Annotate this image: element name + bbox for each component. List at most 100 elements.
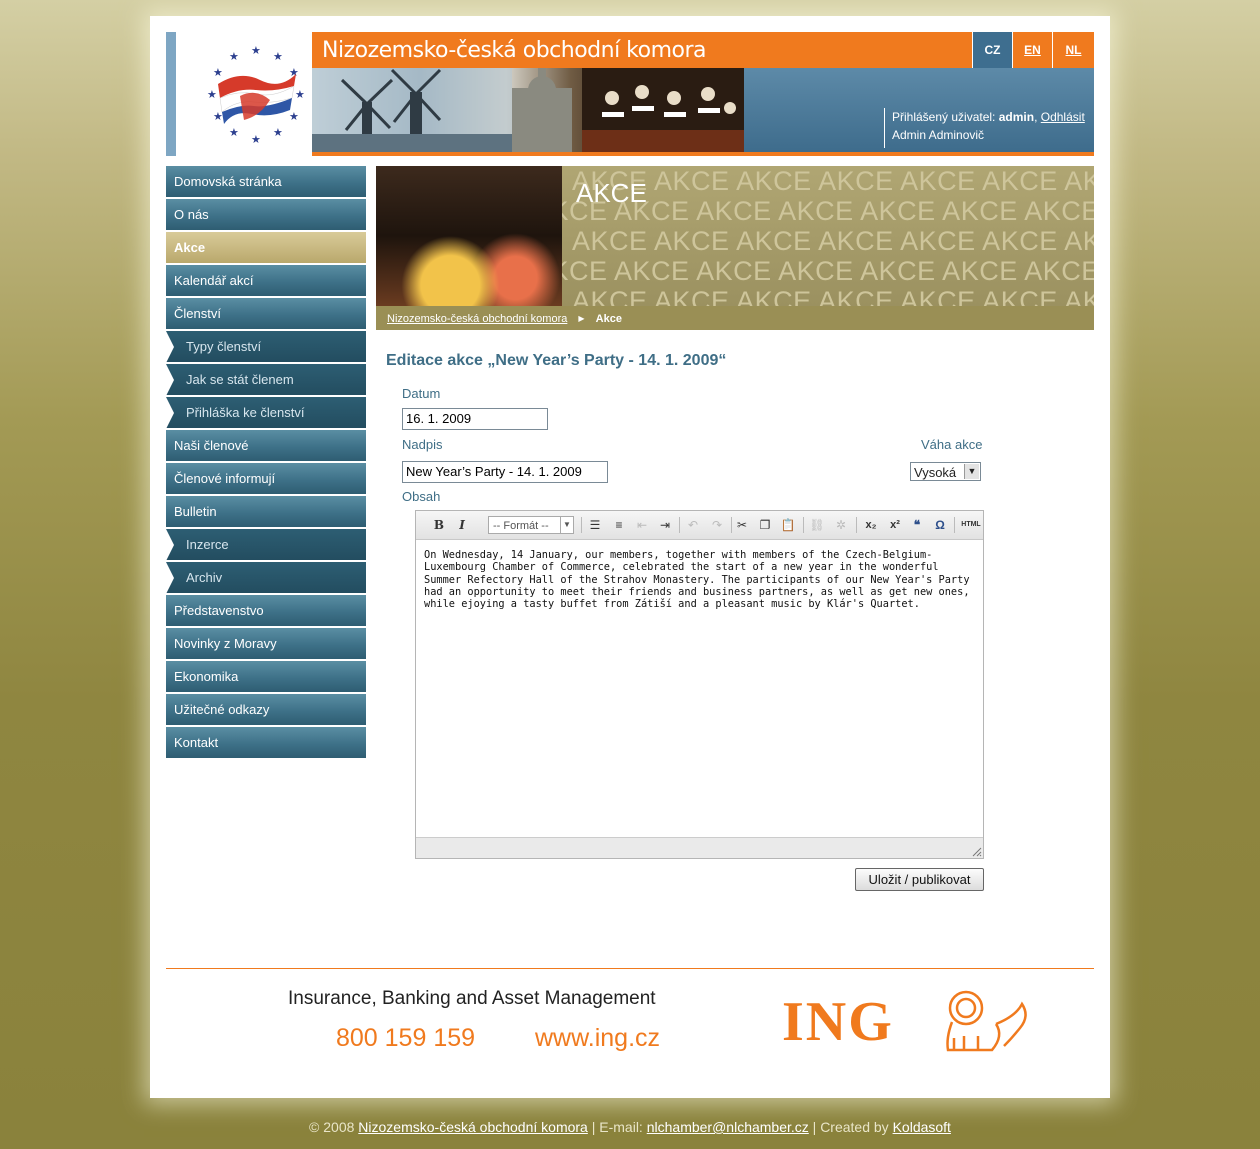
footer-email-link[interactable]: nlchamber@nlchamber.cz [647,1119,809,1135]
editor-statusbar [416,837,983,858]
svg-text:★: ★ [229,127,239,139]
footer-email-label: | E-mail: [591,1119,643,1135]
logout-link[interactable]: Odhlásit [1041,110,1085,124]
form-title: Editace akce „New Year’s Party - 14. 1. … [386,352,727,369]
section-banner: AKCE AKCE AKCE AKCE AKCE AKCE AK CE AKCE … [376,166,1094,306]
editor-content[interactable]: On Wednesday, 14 January, our members, t… [424,549,976,610]
vaha-akce-label: Váha akce [921,437,983,452]
format-placeholder: -- Formát -- [493,520,549,532]
page-container: ★ ★ ★ ★ ★ ★ ★ ★ ★ ★ ★ ★ Nizozemsko-česká obcho… [150,16,1110,1098]
copy-icon[interactable]: ❐ [756,516,774,534]
bold-icon[interactable]: B [430,516,448,534]
rich-text-editor: B I -- Formát -- ▼ ☰ ≡ ⇤ ⇥ ↶ ↷ ✂ ❐ 📋 ⛓ ✲… [415,510,984,859]
sidebar-item-clenove-informuji[interactable]: Členové informují [166,463,366,496]
svg-text:★: ★ [289,111,299,123]
svg-text:★: ★ [229,51,239,63]
redo-icon[interactable]: ↷ [708,516,726,534]
site-title-bar: Nizozemsko-česká obchodní komora [312,32,972,68]
sidebar-item-archiv[interactable]: Archiv [166,562,366,595]
banner-collage-image [312,68,744,152]
user-name: admin [998,110,1035,124]
obsah-label: Obsah [402,489,441,504]
sidebar-item-prihlaska[interactable]: Přihláška ke členství [166,397,366,430]
party-photo [376,166,562,306]
nadpis-label: Nadpis [402,437,443,452]
cut-icon[interactable]: ✂ [733,516,751,534]
paste-icon[interactable]: 📋 [779,516,797,534]
header-divider [312,152,1094,156]
sidebar-item-domovska-stranka[interactable]: Domovská stránka [166,166,366,199]
datum-label: Datum [402,386,441,401]
datum-input[interactable] [402,408,548,430]
undo-icon[interactable]: ↶ [684,516,702,534]
svg-text:★: ★ [273,127,283,139]
unlink-icon[interactable]: ✲ [832,516,850,534]
footer-creator-link[interactable]: Koldasoft [893,1119,951,1135]
sidebar-item-inzerce[interactable]: Inzerce [166,529,366,562]
ad-website[interactable]: www.ing.cz [535,1024,660,1053]
toolbar-divider [679,517,680,533]
footer-created-label: | Created by [812,1119,889,1135]
sidebar-item-bulletin[interactable]: Bulletin [166,496,366,529]
chamber-logo[interactable]: ★ ★ ★ ★ ★ ★ ★ ★ ★ ★ ★ ★ [166,32,312,156]
ad-tagline: Insurance, Banking and Asset Management [288,988,656,1009]
special-char-icon[interactable]: Ω [931,516,949,534]
sidebar-item-uzitecne-odkazy[interactable]: Užitečné odkazy [166,694,366,727]
section-title: AKCE [576,178,647,208]
chevron-down-icon: ▼ [560,517,573,533]
chevron-down-icon[interactable]: ▼ [964,464,979,479]
sidebar-item-o-nas[interactable]: O nás [166,199,366,232]
svg-text:★: ★ [251,45,261,57]
bullet-list-icon[interactable]: ☰ [586,516,604,534]
breadcrumb-arrow-icon: ▶ [578,314,585,324]
outdent-icon[interactable]: ⇤ [633,516,651,534]
html-source-icon[interactable]: HTML [960,516,982,534]
indent-icon[interactable]: ⇥ [656,516,674,534]
footer-copyright: © 2008 [309,1119,355,1135]
lang-nl[interactable]: NL [1052,32,1094,68]
vaha-akce-select[interactable]: Vysoká ▼ [910,462,981,481]
lang-en[interactable]: EN [1012,32,1052,68]
sidebar-nav: Domovská stránka O nás Akce Kalendář akc… [166,166,366,760]
sidebar-item-kontakt[interactable]: Kontakt [166,727,366,760]
breadcrumb: Nizozemsko-česká obchodní komora ▶ Akce [376,306,1094,330]
footer-org-link[interactable]: Nizozemsko-česká obchodní komora [358,1119,588,1135]
svg-text:★: ★ [251,134,261,146]
svg-text:★: ★ [207,89,217,101]
sidebar-item-novinky-z-moravy[interactable]: Novinky z Moravy [166,628,366,661]
superscript-icon[interactable]: x² [886,516,904,534]
akce-pattern-row: AKCE AKCE AKCE AKCE AKCE AKCE AKCE AKCE … [572,226,1094,256]
toolbar-divider [803,517,804,533]
blockquote-icon[interactable]: ❝ [908,516,926,534]
subscript-icon[interactable]: x₂ [862,516,880,534]
lang-cz[interactable]: CZ [972,32,1012,68]
resize-grip-icon[interactable] [972,847,982,857]
sidebar-item-predstavenstvo[interactable]: Představenstvo [166,595,366,628]
sidebar-item-typy-clenstvi[interactable]: Typy členství [166,331,366,364]
vaha-akce-value: Vysoká [914,465,957,480]
svg-text:★: ★ [273,51,283,63]
save-publish-button[interactable]: Uložit / publikovat [855,868,984,891]
sidebar-item-jak-se-stat-clenem[interactable]: Jak se stát členem [166,364,366,397]
nadpis-input[interactable] [402,461,608,483]
sidebar-item-kalendar-akci[interactable]: Kalendář akcí [166,265,366,298]
sidebar-item-clenstvi[interactable]: Členství [166,298,366,331]
ad-divider [166,968,1094,969]
breadcrumb-home-link[interactable]: Nizozemsko-česká obchodní komora [387,313,567,325]
user-label: Přihlášený uživatel: [892,110,996,124]
numbered-list-icon[interactable]: ≡ [610,516,628,534]
svg-text:★: ★ [295,89,305,101]
link-icon[interactable]: ⛓ [808,516,826,534]
sidebar-item-nasi-clenove[interactable]: Naši členové [166,430,366,463]
toolbar-divider [731,517,732,533]
ing-logo[interactable]: ING [782,990,894,1054]
sidebar-item-akce[interactable]: Akce [166,232,366,265]
akce-pattern-row: AKCE AKCE AKCE AKCE AKCE AKCE AKCE AKCE … [572,286,1094,306]
ad-phone: 800 159 159 [336,1024,476,1052]
italic-icon[interactable]: I [453,516,471,534]
sidebar-item-ekonomika[interactable]: Ekonomika [166,661,366,694]
user-info: Přihlášený uživatel: admin, Odhlásit Adm… [884,108,1100,148]
format-select[interactable]: -- Formát -- ▼ [488,516,574,534]
toolbar-divider [856,517,857,533]
editor-toolbar: B I -- Formát -- ▼ ☰ ≡ ⇤ ⇥ ↶ ↷ ✂ ❐ 📋 ⛓ ✲… [416,511,983,540]
